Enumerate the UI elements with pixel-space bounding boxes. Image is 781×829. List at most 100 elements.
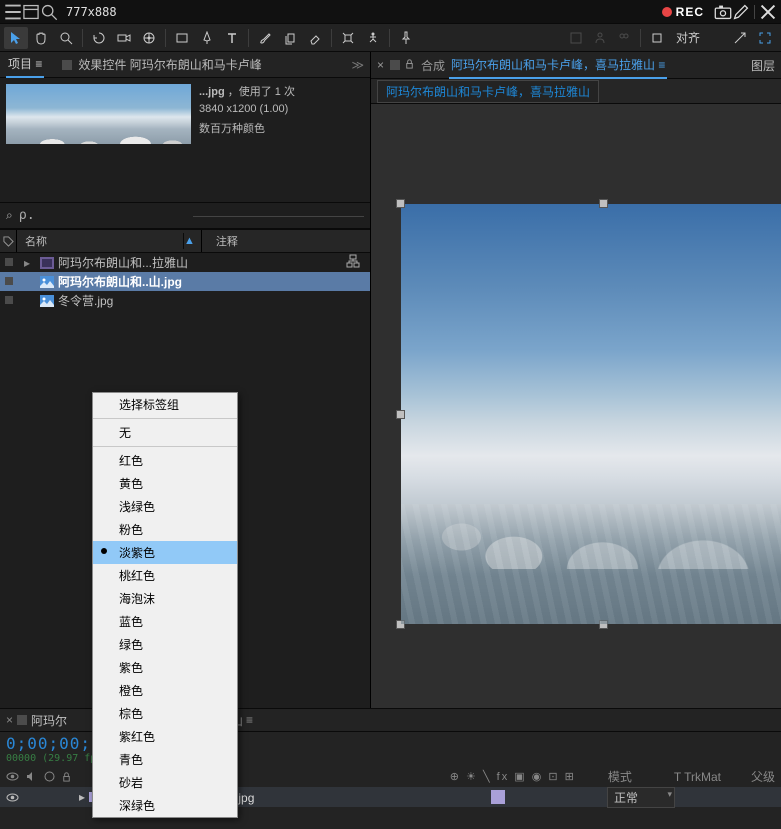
tab-close-icon[interactable]: × <box>377 58 384 72</box>
menu-color-item[interactable]: 桃红色 <box>93 564 237 587</box>
tab-effect-controls[interactable]: 效果控件 阿玛尔布朗山和马卡卢峰 <box>76 52 263 77</box>
col-mode-label: 模式 <box>608 768 632 785</box>
tl-close-icon[interactable]: × <box>6 713 13 727</box>
menu-color-item[interactable]: 紫红色 <box>93 725 237 748</box>
visibility-swatch[interactable] <box>4 275 20 289</box>
expand-icon[interactable] <box>728 27 752 49</box>
timeline-tab-label[interactable]: 阿玛尔 <box>31 712 67 729</box>
search-icon-small: ⌕ <box>6 208 13 223</box>
rec-dot <box>662 7 672 17</box>
timeline-fps: 00000 (29.97 fp <box>6 753 102 764</box>
menu-color-item[interactable]: 砂岩 <box>93 771 237 794</box>
thumb-usage: ，使用了 1 次 <box>228 86 295 98</box>
handle-mid-top[interactable] <box>600 200 607 207</box>
visibility-swatch[interactable] <box>4 294 20 308</box>
row-eye-icon[interactable] <box>6 791 19 804</box>
close-icon[interactable] <box>759 3 777 21</box>
menu-color-item[interactable]: 紫色 <box>93 656 237 679</box>
menu-color-item[interactable]: 粉色 <box>93 518 237 541</box>
handle-bottom-left[interactable] <box>397 621 404 628</box>
comp-icon <box>40 257 54 269</box>
fit-icon[interactable] <box>753 27 777 49</box>
puppet-tool[interactable] <box>361 27 385 49</box>
project-thumbnail[interactable] <box>6 84 191 144</box>
text-tool[interactable] <box>220 27 244 49</box>
menu-color-item[interactable]: 红色 <box>93 449 237 472</box>
person-icon <box>588 27 612 49</box>
project-search-input[interactable] <box>15 207 194 225</box>
menu-color-item[interactable]: 深绿色 <box>93 794 237 817</box>
col-parent-label: 父级 <box>751 768 775 785</box>
comp-swatch <box>390 60 400 70</box>
menu-none[interactable]: 无 <box>93 421 237 444</box>
orbit-tool[interactable] <box>87 27 111 49</box>
expand-caret[interactable]: ▸ <box>24 256 36 270</box>
camera-tool[interactable] <box>112 27 136 49</box>
speaker-icon[interactable] <box>25 770 38 783</box>
menu-color-item[interactable]: 蓝色 <box>93 610 237 633</box>
menu-color-item[interactable]: 黄色 <box>93 472 237 495</box>
window-dimensions: 777x888 <box>58 5 117 19</box>
handle-mid-bottom[interactable] <box>600 621 607 628</box>
composition-viewer[interactable] <box>371 104 781 802</box>
handle-top-left[interactable] <box>397 200 404 207</box>
selection-tool[interactable] <box>4 27 28 49</box>
hand-tool[interactable] <box>29 27 53 49</box>
project-item-label: 阿玛尔布朗山和...拉雅山 <box>58 254 342 271</box>
menu-color-item[interactable]: 淡紫色 <box>93 541 237 564</box>
rect-tool[interactable] <box>170 27 194 49</box>
comp-prefix: 合成 <box>421 57 445 74</box>
menu-select-label-group[interactable]: 选择标签组 <box>93 393 237 416</box>
menu-color-item[interactable]: 绿色 <box>93 633 237 656</box>
layer-bounding-box[interactable] <box>401 204 781 624</box>
handle-mid-left[interactable] <box>397 411 404 418</box>
snap-rect-icon[interactable] <box>645 27 669 49</box>
project-item[interactable]: ▸ 阿玛尔布朗山和...拉雅山 <box>0 253 370 272</box>
col-trkmat-label: T TrkMat <box>674 770 721 784</box>
roto-tool[interactable] <box>336 27 360 49</box>
brush-tool[interactable] <box>253 27 277 49</box>
eye-icon[interactable] <box>6 770 19 783</box>
menu-icon[interactable] <box>4 3 22 21</box>
thumb-filename: ...jpg <box>199 86 225 98</box>
snapshot-icon[interactable] <box>714 3 732 21</box>
thumb-dim: 3840 x1200 (1.00) <box>199 101 295 118</box>
flowchart-icon[interactable] <box>346 254 360 271</box>
menu-color-item[interactable]: 浅绿色 <box>93 495 237 518</box>
timeline-timecode[interactable]: 0;00;00;0 <box>6 734 102 753</box>
menu-color-item[interactable]: 棕色 <box>93 702 237 725</box>
label-context-menu: 选择标签组 无 红色黄色浅绿色粉色淡紫色桃红色海泡沫蓝色绿色紫色橙色棕色紫红色青… <box>92 392 238 818</box>
flow-tab[interactable]: 阿玛尔布朗山和马卡卢峰，喜马拉雅山 <box>377 80 599 103</box>
project-item[interactable]: 阿玛尔布朗山和..山.jpg <box>0 272 370 291</box>
tab-project[interactable]: 项目 ≡ <box>6 51 44 78</box>
switches-group[interactable]: ⊕ ☀ ╲ fx ▣ ◉ ⊡ ⊞ <box>450 770 576 783</box>
tab-composition[interactable]: 阿玛尔布朗山和马卡卢峰，喜马拉雅山 ≡ <box>449 52 667 79</box>
pin-tool[interactable] <box>394 27 418 49</box>
eraser-tool[interactable] <box>303 27 327 49</box>
lock-small-icon[interactable] <box>61 771 72 782</box>
col-name[interactable]: 名称 <box>17 233 184 249</box>
lock-icon[interactable] <box>404 58 415 72</box>
window-icon[interactable] <box>22 3 40 21</box>
menu-color-item[interactable]: 橙色 <box>93 679 237 702</box>
align-label[interactable]: 对齐 <box>670 29 706 46</box>
rec-label[interactable]: REC <box>676 5 704 19</box>
solo-icon[interactable] <box>44 771 55 782</box>
menu-color-item[interactable]: 海泡沫 <box>93 587 237 610</box>
col-notes[interactable]: 注释 <box>208 233 246 249</box>
project-item[interactable]: 冬令营.jpg <box>0 291 370 310</box>
pencil-icon[interactable] <box>732 3 750 21</box>
pan-behind-tool[interactable] <box>137 27 161 49</box>
zoom-tool[interactable] <box>54 27 78 49</box>
blend-mode-dropdown[interactable]: 正常 <box>607 787 675 808</box>
clone-tool[interactable] <box>278 27 302 49</box>
layers-panel-label[interactable]: 图层 <box>751 57 775 74</box>
pen-tool[interactable] <box>195 27 219 49</box>
visibility-swatch[interactable] <box>4 256 20 270</box>
project-item-label: 阿玛尔布朗山和..山.jpg <box>58 273 366 290</box>
image-file-icon <box>40 276 54 288</box>
mesh-icon <box>564 27 588 49</box>
menu-color-item[interactable]: 青色 <box>93 748 237 771</box>
tag-col-icon[interactable] <box>0 236 16 247</box>
search-icon[interactable] <box>40 3 58 21</box>
